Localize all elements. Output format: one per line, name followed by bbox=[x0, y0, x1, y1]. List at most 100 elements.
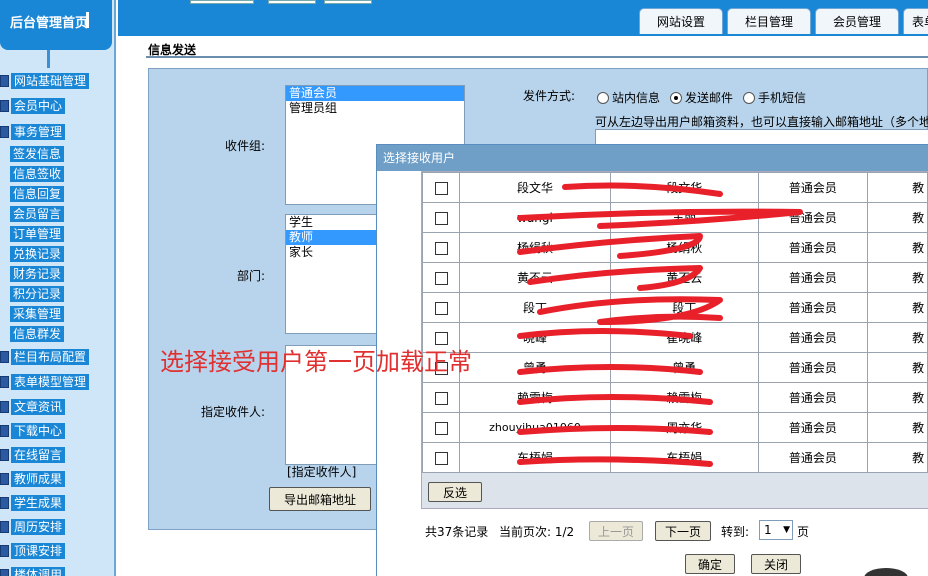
radio-circle bbox=[597, 91, 609, 104]
realname-cell: 王丽 bbox=[609, 202, 759, 233]
extra-cell: 教 bbox=[867, 292, 928, 323]
radio-sms[interactable]: 手机短信 bbox=[743, 89, 806, 106]
table-row: 车梧娟 车梧娟 普通会员 教 bbox=[421, 442, 928, 473]
username-cell: 杨绢秋 bbox=[459, 232, 611, 263]
sidebar-subitem-exchange[interactable]: 兑换记录 bbox=[4, 245, 65, 263]
next-page-button[interactable]: 下一页 bbox=[655, 521, 711, 541]
group-cell: 普通会员 bbox=[757, 382, 869, 413]
group-option[interactable]: 普通会员 bbox=[286, 86, 464, 101]
sidebar-subitem-mass-send[interactable]: 信息群发 bbox=[4, 325, 65, 343]
radio-circle bbox=[743, 91, 755, 104]
page-select[interactable]: 1 ▼ bbox=[759, 520, 793, 540]
realname-cell: 车梧娟 bbox=[609, 442, 759, 473]
sidebar-item-class-schedule[interactable]: 顶课安排 bbox=[0, 542, 66, 560]
sidebar-item-weekly-schedule[interactable]: 周历安排 bbox=[0, 518, 66, 536]
sidebar-subitem-issue-info[interactable]: 签发信息 bbox=[4, 145, 65, 163]
row-checkbox[interactable] bbox=[434, 241, 448, 255]
realname-cell: 曾勇 bbox=[609, 352, 759, 383]
sidebar-subitem-collect[interactable]: 采集管理 bbox=[4, 305, 65, 323]
radio-label: 手机短信 bbox=[758, 91, 807, 105]
sidebar-subitem-info-sign[interactable]: 信息签收 bbox=[4, 165, 65, 183]
group-option[interactable]: 管理员组 bbox=[286, 101, 464, 116]
table-row: 杨绢秋 杨绢秋 普通会员 教 bbox=[421, 232, 928, 263]
row-checkbox-cell[interactable] bbox=[421, 382, 461, 413]
radio-send-email[interactable]: 发送邮件 bbox=[670, 89, 733, 106]
username-cell: zhouyihua01060 bbox=[459, 412, 611, 443]
sidebar-item-affairs[interactable]: 事务管理 bbox=[0, 123, 66, 141]
annotation-text: 选择接受用户第一页加载正常 bbox=[160, 348, 472, 376]
folder-icon bbox=[0, 521, 9, 533]
sidebar-item-articles[interactable]: 文章资讯 bbox=[0, 398, 66, 416]
row-checkbox[interactable] bbox=[434, 301, 448, 315]
sidebar-item-student-results[interactable]: 学生成果 bbox=[0, 494, 66, 512]
sidebar-subitem-finance[interactable]: 财务记录 bbox=[4, 265, 65, 283]
sidebar-item-label: 网站基础管理 bbox=[11, 73, 90, 89]
group-cell: 普通会员 bbox=[757, 412, 869, 443]
row-checkbox-cell[interactable] bbox=[421, 262, 461, 293]
sidebar-subitem-label: 信息回复 bbox=[10, 186, 65, 202]
radio-site-message[interactable]: 站内信息 bbox=[597, 89, 660, 106]
row-checkbox[interactable] bbox=[434, 451, 448, 465]
radio-label: 站内信息 bbox=[612, 91, 661, 105]
title-divider bbox=[146, 56, 928, 58]
extra-cell: 教 bbox=[867, 382, 928, 413]
realname-cell: 赖雪梅 bbox=[609, 382, 759, 413]
top-button[interactable] bbox=[268, 0, 316, 4]
sidebar-item-form-model[interactable]: 表单模型管理 bbox=[0, 373, 90, 391]
folder-icon bbox=[0, 401, 9, 413]
table-row: 曾勇 曾勇 普通会员 教 bbox=[421, 352, 928, 383]
sidebar-item-member-center[interactable]: 会员中心 bbox=[0, 97, 66, 115]
sidebar-item-teacher-results[interactable]: 教师成果 bbox=[0, 470, 66, 488]
row-checkbox[interactable] bbox=[434, 271, 448, 285]
invert-selection-button[interactable]: 反选 bbox=[428, 482, 482, 502]
row-checkbox-cell[interactable] bbox=[421, 412, 461, 443]
prev-page-button[interactable]: 上一页 bbox=[589, 521, 643, 541]
tab-site-settings[interactable]: 网站设置 bbox=[639, 8, 723, 34]
row-checkbox[interactable] bbox=[434, 211, 448, 225]
export-email-button[interactable]: 导出邮箱地址 bbox=[269, 487, 371, 511]
sidebar-item-label: 学生成果 bbox=[11, 495, 66, 511]
group-cell: 普通会员 bbox=[757, 322, 869, 353]
sidebar-subitem-points[interactable]: 积分记录 bbox=[4, 285, 65, 303]
sidebar-subitem-member-messages[interactable]: 会员留言 bbox=[4, 205, 65, 223]
group-cell: 普通会员 bbox=[757, 232, 869, 263]
sidebar-subitem-info-reply[interactable]: 信息回复 bbox=[4, 185, 65, 203]
send-method-label: 发件方式: bbox=[523, 89, 576, 103]
chevron-down-icon: ▼ bbox=[783, 525, 790, 535]
row-checkbox-cell[interactable] bbox=[421, 442, 461, 473]
sidebar-item-label: 下载中心 bbox=[11, 423, 66, 439]
sidebar-item-site-basic[interactable]: 网站基础管理 bbox=[0, 72, 90, 90]
sidebar-subitem-label: 订单管理 bbox=[10, 226, 65, 242]
extra-cell: 教 bbox=[867, 412, 928, 443]
sidebar-item-downloads[interactable]: 下载中心 bbox=[0, 422, 66, 440]
row-checkbox[interactable] bbox=[434, 181, 448, 195]
close-button[interactable]: 关闭 bbox=[751, 554, 801, 574]
row-checkbox-cell[interactable] bbox=[421, 172, 461, 203]
sidebar-subitem-orders[interactable]: 订单管理 bbox=[4, 225, 65, 243]
ok-button[interactable]: 确定 bbox=[685, 554, 735, 574]
top-search-input[interactable] bbox=[190, 0, 254, 4]
row-checkbox-cell[interactable] bbox=[421, 202, 461, 233]
tab-forms[interactable]: 表单 bbox=[903, 8, 928, 34]
tab-member-management[interactable]: 会员管理 bbox=[815, 8, 899, 34]
row-checkbox[interactable] bbox=[434, 391, 448, 405]
top-button[interactable] bbox=[324, 0, 372, 4]
home-button[interactable]: 后台管理首页 bbox=[0, 0, 112, 50]
realname-cell: 崔晓峰 bbox=[609, 322, 759, 353]
table-row: 黄丕云 黄丕云 普通会员 教 bbox=[421, 262, 928, 293]
row-checkbox-cell[interactable] bbox=[421, 292, 461, 323]
user-table: 段文华 段文华 普通会员 教 wangl 王丽 普通会员 教 杨绢秋 杨绢秋 普… bbox=[421, 172, 928, 473]
total-records: 共37条记录 bbox=[425, 525, 489, 539]
row-checkbox-cell[interactable] bbox=[421, 232, 461, 263]
sidebar-item-column-layout[interactable]: 栏目布局配置 bbox=[0, 348, 90, 366]
extra-cell: 教 bbox=[867, 232, 928, 263]
sidebar-item-building[interactable]: 楼体调用 bbox=[0, 566, 66, 576]
department-label: 部门: bbox=[237, 269, 266, 283]
table-row: zhouyihua01060 周亦华 普通会员 教 bbox=[421, 412, 928, 443]
folder-icon bbox=[0, 351, 9, 363]
username-cell: 曾勇 bbox=[459, 352, 611, 383]
tab-column-management[interactable]: 栏目管理 bbox=[727, 8, 811, 34]
folder-icon bbox=[0, 126, 9, 138]
row-checkbox[interactable] bbox=[434, 421, 448, 435]
sidebar-item-online-messages[interactable]: 在线留言 bbox=[0, 446, 66, 464]
